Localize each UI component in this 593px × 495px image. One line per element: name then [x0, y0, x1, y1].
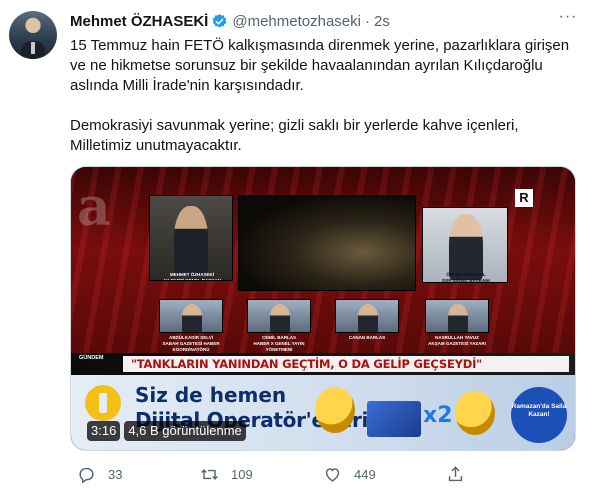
- share-button[interactable]: [446, 462, 465, 486]
- reply-icon: [79, 467, 94, 484]
- panel-window-1: [159, 299, 223, 333]
- heart-icon: [325, 467, 340, 482]
- header-separator: ·: [364, 12, 370, 30]
- tweet-header: Mehmet ÖZHASEKİ @mehmetozhaseki · 2s: [70, 11, 390, 31]
- broadcast-headline: "TANKLARIN YANINDAN GEÇTİM, O DA GELİP G…: [123, 356, 569, 372]
- author-handle[interactable]: @mehmetozhaseki: [232, 13, 361, 30]
- video-view-count: 4,6 B görüntülenme: [124, 421, 246, 441]
- channel-logo: a: [77, 177, 111, 238]
- video-player[interactable]: a R MEHMET ÖZHASEKİ AK PARTİ GENEL BAŞKAN…: [70, 166, 576, 451]
- panel-window-4: [425, 299, 489, 333]
- panel-window-3: [335, 299, 399, 333]
- program-name: GÜNDEM: [79, 355, 104, 361]
- like-button[interactable]: 449: [323, 462, 376, 486]
- broadcast-frame: a R MEHMET ÖZHASEKİ AK PARTİ GENEL BAŞKAN…: [71, 167, 575, 373]
- campaign-badge: Ramazan'da Salla Kazan!: [511, 387, 567, 443]
- panel-caption-2: CEMİL BARLAS HABER X GENEL YAYIN YÖNETMEN…: [253, 335, 305, 352]
- mascot-icon: [315, 387, 355, 433]
- brand-logo-icon: [85, 385, 121, 421]
- panel-figure: [270, 304, 290, 332]
- retweet-count: 109: [231, 466, 253, 482]
- tweet-actions: 33 109 449: [70, 462, 550, 486]
- avatar-tie: [31, 42, 35, 54]
- reply-button[interactable]: 33: [77, 462, 122, 486]
- news-ticker: GÜNDEM "TANKLARIN YANINDAN GEÇTİM, O DA …: [71, 353, 575, 375]
- reply-count: 33: [108, 466, 123, 482]
- channel-badge: R: [515, 189, 533, 207]
- panel-figure: [448, 304, 468, 332]
- panel-window-2: [247, 299, 311, 333]
- guest-caption-left: MEHMET ÖZHASEKİAK PARTİ GENEL BAŞKAN YAR…: [162, 272, 222, 281]
- author-name[interactable]: Mehmet ÖZHASEKİ: [70, 13, 208, 30]
- guest-window-left: MEHMET ÖZHASEKİAK PARTİ GENEL BAŞKAN YAR…: [149, 195, 233, 281]
- tweet-timestamp[interactable]: 2s: [374, 13, 390, 30]
- guest-figure: [449, 214, 483, 280]
- share-icon: [448, 465, 463, 481]
- video-duration: 3:16: [87, 421, 121, 441]
- guest-caption-right: ÖNDER AKSAKAL DSP GENEL BAŞKANI: [442, 272, 490, 283]
- footage-window: [238, 195, 416, 291]
- video-meta: 3:16 4,6 B görüntülenme: [87, 421, 246, 441]
- retweet-icon: [201, 468, 218, 480]
- author-avatar[interactable]: [9, 11, 57, 59]
- panel-caption-1: ABDÜLKADİR SELVİ SABAH GAZETESİ HABER KOO…: [162, 335, 220, 352]
- tweet-paragraph-1: 15 Temmuz hain FETÖ kalkışmasında direnm…: [70, 37, 570, 94]
- gift-box-icon: [367, 401, 421, 437]
- retweet-button[interactable]: 109: [200, 462, 253, 486]
- more-options-icon[interactable]: ···: [555, 8, 581, 28]
- tweet-text: 15 Temmuz hain FETÖ kalkışmasında direnm…: [70, 36, 580, 156]
- panel-caption-3: CANAN BARLAS: [348, 335, 386, 340]
- verified-badge-icon: [213, 13, 227, 28]
- guest-window-right: ÖNDER AKSAKAL DSP GENEL BAŞKANI: [422, 207, 508, 283]
- like-count: 449: [354, 466, 376, 482]
- panel-figure: [358, 304, 378, 332]
- advert-multiplier: x2: [423, 403, 453, 428]
- panel-caption-4: NASRULLAH YAVUZ AKŞAM GAZETESİ YAZARI: [428, 335, 486, 346]
- tweet-paragraph-2: Demokrasiyi savunmak yerine; gizli saklı…: [70, 117, 519, 154]
- mascot-icon: [455, 391, 495, 435]
- advert-line-1: Siz de hemen: [135, 383, 287, 407]
- tweet[interactable]: Mehmet ÖZHASEKİ @mehmetozhaseki · 2s ···…: [0, 0, 593, 495]
- panel-figure: [182, 304, 202, 332]
- guest-figure: [174, 206, 208, 276]
